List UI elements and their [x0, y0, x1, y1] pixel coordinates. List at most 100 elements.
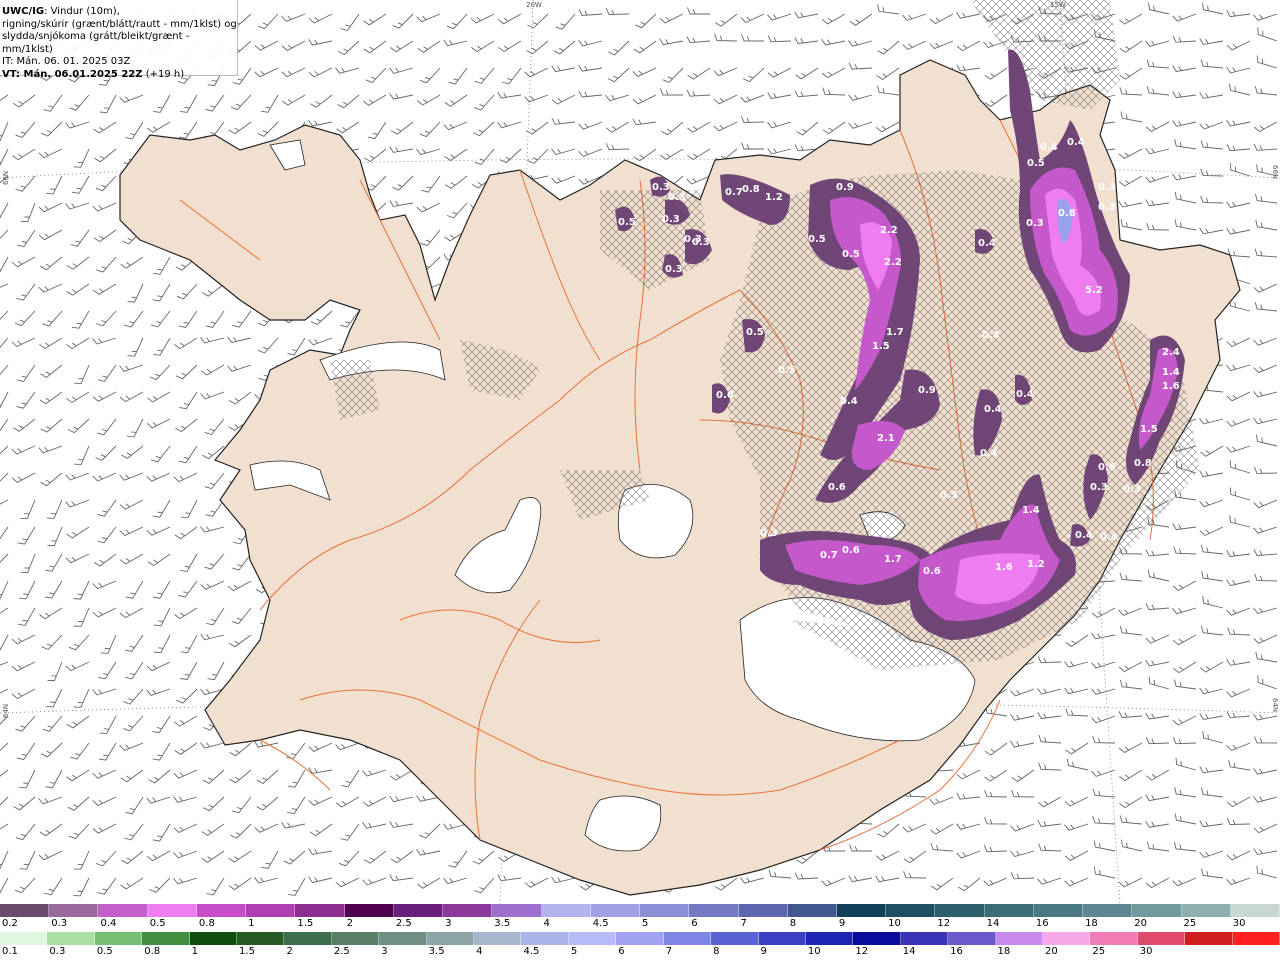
legend-label: 8 — [789, 918, 797, 929]
legend-label: 1.5 — [297, 918, 314, 929]
legend-label: 4 — [476, 946, 483, 957]
myrdalsjokull-glacier — [584, 795, 662, 852]
legend-swatch — [1230, 904, 1280, 917]
legend-label: 6 — [691, 918, 698, 929]
precip-value-label: 2.2 — [884, 257, 902, 268]
legend-label: 4 — [543, 918, 550, 929]
precip-value-label: 0.3 — [1098, 202, 1116, 213]
precip-value-label: 1.5 — [872, 341, 890, 352]
legend-swatch — [640, 904, 690, 917]
precip-value-label: 1.5 — [1140, 424, 1158, 435]
legend-label: 16 — [950, 946, 963, 957]
precip-value-label: 2.2 — [880, 225, 898, 236]
legend-swatch — [1137, 932, 1186, 945]
legend-swatch — [541, 904, 591, 917]
legend-label: 14 — [986, 918, 1000, 929]
legend-label: 2 — [346, 918, 353, 929]
legend-label: 0.8 — [144, 946, 161, 957]
legend-label: 7 — [740, 918, 747, 929]
legend-swatch — [663, 932, 712, 945]
legend-label: 10 — [888, 918, 901, 929]
snow-colorbar-labels: 0.2 0.3 0.4 0.5 0.8 1 1.5 2 2.5 3 3.5 4 4.5 5 6 7 8 9 10 12… — [0, 918, 1280, 930]
map-area: 0.5 0.3 0.3 0.3 0.3 0.3 0.3 0.5 0.7 0.8 1.2 0.9 0.5 0… — [0, 0, 1280, 904]
precip-value-label: 0.4 — [978, 238, 996, 249]
legend-label: 1.5 — [239, 946, 255, 957]
forecast-offset: (+19 h) — [142, 68, 185, 80]
legend-swatch — [787, 904, 837, 917]
legend-label: 12 — [855, 946, 869, 957]
legend-swatch — [196, 904, 247, 917]
legend-swatch — [1033, 904, 1084, 917]
lon-label-20w: 20W — [526, 1, 542, 9]
legend-swatch — [948, 932, 996, 945]
legend-label: 5 — [642, 918, 649, 929]
lat-label-66n-right: 66N — [1271, 165, 1279, 180]
precip-value-label: 0.8 — [742, 184, 760, 195]
legend-label: 3.5 — [494, 918, 511, 929]
legend-label: 4.5 — [523, 946, 540, 957]
legend-label: 2.5 — [395, 918, 412, 929]
snow-description: slydda/snjókoma (grátt/bleikt/grænt - mm… — [2, 31, 190, 55]
precip-value-label: 0.4 — [984, 404, 1002, 415]
rain-description: rigning/skúrir (grænt/blátt/rautt - mm/1… — [2, 18, 237, 30]
legend-swatch — [49, 904, 99, 917]
legend-label: 30 — [1232, 918, 1246, 929]
precip-value-label: 1.4 — [1022, 505, 1040, 516]
lat-label-64n-left: 64N — [2, 703, 10, 718]
legend-label: 0.3 — [51, 918, 68, 929]
legend-swatch — [98, 904, 148, 917]
legend-swatch — [295, 904, 345, 917]
legend-swatch — [836, 904, 887, 917]
precip-value-label: 0.4 — [1075, 530, 1093, 541]
precip-value-label: 1.2 — [765, 192, 783, 203]
legend-swatch — [758, 932, 806, 945]
precip-value-label: 0.7 — [820, 550, 838, 561]
precip-value-label: 0.5 — [778, 365, 796, 376]
legend-swatch — [1132, 904, 1182, 917]
legend-swatch — [237, 932, 285, 945]
legend-label: 0.2 — [2, 918, 18, 929]
lat-label-64n-right: 64N — [1271, 698, 1279, 713]
legend-label: 18 — [1085, 918, 1098, 929]
legend-label: 18 — [997, 946, 1011, 957]
legend-label: 20 — [1134, 918, 1148, 929]
precip-value-label: 1.7 — [884, 554, 902, 565]
legend-label: 0.8 — [198, 918, 215, 929]
rain-colorbar — [0, 932, 1280, 945]
legend-swatch — [1042, 932, 1091, 945]
precip-value-label: 0.6 — [842, 545, 860, 556]
precip-value-label: 0.3 — [1098, 182, 1116, 193]
legend-label: 0.1 — [2, 946, 18, 957]
precip-value-label: 0.4 — [980, 448, 998, 459]
precip-value-label: 1.6 — [995, 562, 1013, 573]
precip-value-label: 0.3 — [1090, 482, 1108, 493]
legend-swatch — [47, 932, 95, 945]
legend-swatch — [393, 904, 444, 917]
legend-swatch — [1181, 904, 1231, 917]
product-name: UWC/IG — [2, 6, 45, 17]
legend-swatch — [738, 904, 788, 917]
precip-value-label: 0.7 — [725, 187, 743, 198]
lat-label-66n-left: 66N — [2, 170, 10, 185]
precip-value-label: 0.5 — [1027, 158, 1045, 169]
precip-value-label: 1.7 — [886, 327, 904, 338]
precip-value-label: 1.4 — [1162, 367, 1180, 378]
legend-label: 1 — [248, 918, 255, 929]
legend-label: 14 — [902, 946, 916, 957]
precip-value-label: 0.8 — [1134, 458, 1152, 469]
legend-swatch — [805, 932, 854, 945]
lon-label-15w: 15W — [1050, 1, 1066, 9]
precip-value-label: 0.3 — [1026, 218, 1044, 229]
precip-value-label: 0.5 — [746, 327, 764, 338]
precip-value-label: 0.3 — [668, 192, 686, 203]
precip-value-label: 0.5 — [808, 234, 826, 245]
precip-value-label: 0.8 — [1058, 208, 1076, 219]
legend-swatch — [344, 904, 394, 917]
legend-swatch — [189, 932, 238, 945]
rain-colorbar-labels: 0.1 0.3 0.5 0.8 1 1.5 2 2.5 3 3.5 4 4.5 5 6 7 8 9 10 12 14 1… — [0, 946, 1280, 958]
initial-time: IT: Mán. 06. 01. 2025 03Z — [2, 56, 131, 67]
legend-label: 12 — [937, 918, 951, 929]
precip-value-label: 0.4 — [1040, 142, 1058, 153]
legend-swatch — [886, 904, 936, 917]
legend-swatch — [246, 904, 296, 917]
